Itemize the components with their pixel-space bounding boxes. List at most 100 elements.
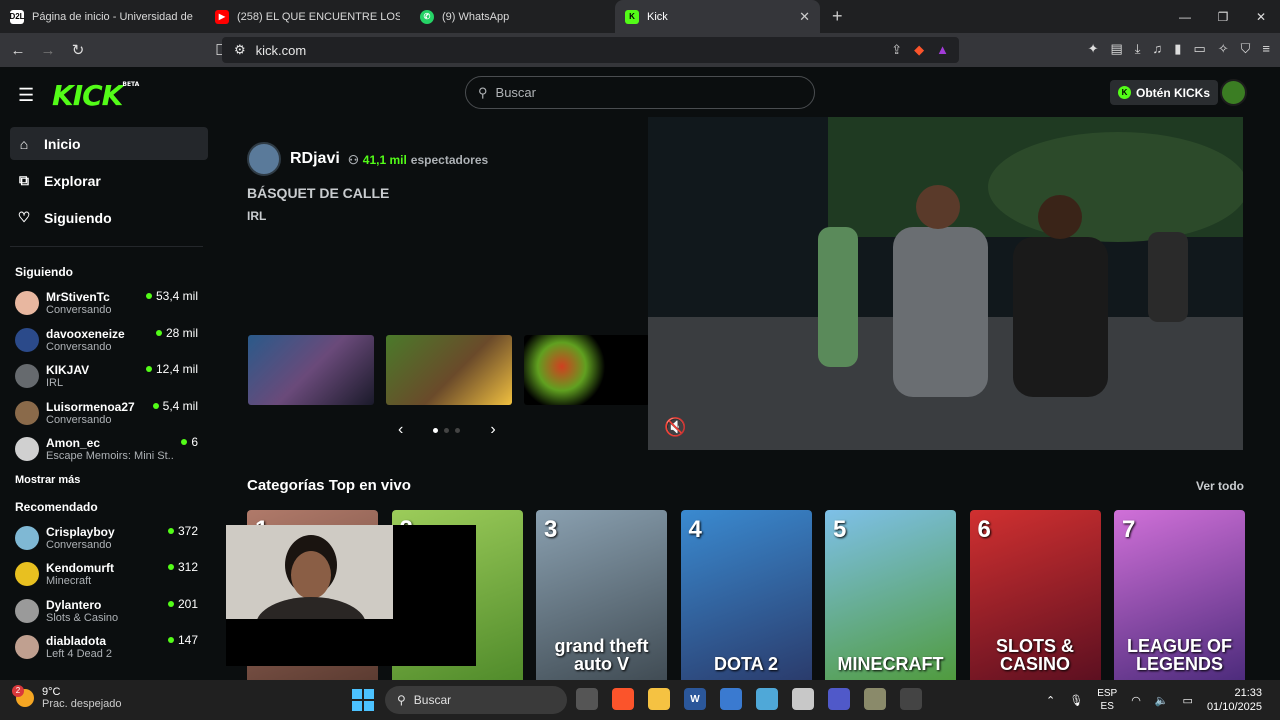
search-input[interactable]: ⚲ Buscar — [465, 76, 815, 109]
close-tab-icon[interactable]: ✕ — [799, 9, 810, 25]
tab-label: Kick — [647, 10, 668, 23]
sidebar-icon[interactable]: ▮ — [1174, 41, 1181, 57]
teams-icon[interactable] — [828, 688, 850, 710]
tab-kick[interactable]: K Kick ✕ — [615, 0, 820, 33]
category-card[interactable]: 6 SLOTS & CASINO — [969, 510, 1101, 680]
menu-icon[interactable]: ≡ — [1262, 41, 1270, 57]
get-kicks-label: Obtén KICKs — [1136, 85, 1211, 100]
channel-row[interactable]: Kendomurft Minecraft 312 — [0, 556, 218, 593]
address-bar[interactable]: ⚙ kick.com ⇪ ◆ ▲ — [222, 37, 959, 63]
share-icon[interactable]: ⇪ — [891, 42, 902, 58]
category-card[interactable]: 7 LEAGUE OF LEGENDS — [1114, 510, 1245, 680]
brave-app-icon[interactable] — [612, 688, 634, 710]
nav-explorar[interactable]: ⧉ Explorar — [10, 164, 208, 197]
carousel-dot[interactable] — [433, 427, 439, 433]
category-name: grand theft auto V — [554, 636, 649, 674]
channel-row[interactable]: MrStivenTc Conversando 53,4 mil — [0, 285, 218, 322]
brave-rewards-icon[interactable]: ▲ — [936, 42, 949, 58]
reader-icon[interactable]: ▤ — [1110, 41, 1122, 57]
viewer-count: 53,4 mil — [155, 289, 198, 303]
channel-avatar — [15, 437, 39, 462]
store-icon[interactable] — [720, 688, 742, 710]
battery-icon[interactable]: ▭ — [1183, 694, 1193, 707]
see-all-link[interactable]: Ver todo — [1196, 479, 1244, 493]
nav-inicio[interactable]: ⌂ Inicio — [10, 127, 208, 160]
task-view-icon[interactable] — [576, 688, 598, 710]
featured-viewers: ⚇ 41,1 mil espectadores — [348, 153, 488, 167]
show-more-link[interactable]: Mostrar más — [15, 474, 203, 486]
featured-streamer-avatar[interactable] — [247, 142, 281, 176]
featured-video-player[interactable] — [648, 117, 1243, 450]
category-card[interactable]: 5 MINECRAFT — [825, 510, 956, 680]
featured-stream-tag[interactable]: IRL — [247, 209, 266, 223]
muted-speaker-icon[interactable]: 🔇 — [664, 417, 686, 438]
volume-icon[interactable]: 🔈 — [1155, 694, 1169, 707]
obs-icon[interactable] — [900, 688, 922, 710]
carousel-next-icon[interactable]: › — [490, 421, 495, 439]
category-card[interactable]: 3 grand theft auto V — [536, 510, 667, 680]
channel-name: Dylantero — [46, 597, 102, 612]
nav-label: Inicio — [44, 135, 81, 152]
close-window-icon[interactable]: ✕ — [1242, 0, 1280, 33]
file-explorer-icon[interactable] — [648, 688, 670, 710]
language-indicator[interactable]: ESP ES — [1097, 687, 1117, 713]
viewer-count: 372 — [177, 523, 198, 538]
channel-row[interactable]: Crisplayboy Conversando 372 — [0, 520, 218, 557]
minimize-icon[interactable]: — — [1166, 0, 1204, 33]
category-name: LEAGUE OF LEGENDS — [1126, 636, 1232, 674]
back-icon[interactable]: ← — [6, 42, 30, 59]
start-button[interactable] — [352, 689, 374, 711]
channel-viewers: 12,4 mil — [145, 362, 198, 376]
chrome-icon[interactable] — [792, 688, 814, 710]
tab-youtube[interactable]: ▶ (258) EL QUE ENCUENTRE LOS TESOR — [205, 0, 410, 33]
wallet-icon[interactable]: ▭ — [1193, 41, 1205, 57]
word-icon[interactable]: W — [684, 688, 706, 710]
brave-shield-icon[interactable]: ◆ — [914, 42, 924, 58]
leo-icon[interactable]: ✧ — [1218, 41, 1229, 57]
carousel-prev-icon[interactable]: ‹ — [398, 421, 403, 439]
nav-label: Siguiendo — [44, 209, 112, 226]
site-settings-icon[interactable]: ⚙ — [234, 42, 246, 58]
download-icon[interactable]: ⤓ — [1135, 41, 1141, 57]
taskbar-search[interactable]: ⚲ Buscar — [385, 686, 567, 714]
channel-row[interactable]: davooxeneize Conversando 28 mil — [0, 322, 218, 359]
tray-overflow-icon[interactable]: ⌃ — [1046, 694, 1055, 707]
kick-logo[interactable]: KICKBETA — [52, 79, 139, 112]
microphone-icon[interactable]: 🎙 — [1069, 694, 1083, 707]
tab-universidad[interactable]: D2L Página de inicio - Universidad de La… — [0, 0, 205, 33]
notepad-icon[interactable] — [756, 688, 778, 710]
menu-hamburger-icon[interactable]: ☰ — [18, 85, 34, 106]
heart-icon: ♡ — [17, 209, 31, 225]
carousel-thumbnail[interactable] — [524, 335, 650, 405]
carousel-dot[interactable] — [444, 427, 450, 433]
channel-category: Left 4 Dead 2 — [46, 648, 113, 661]
clock[interactable]: 21:33 01/10/2025 — [1207, 686, 1262, 714]
new-tab-icon[interactable]: + — [820, 6, 855, 27]
wifi-icon[interactable]: ◠ — [1131, 694, 1141, 707]
carousel-thumbnail[interactable] — [248, 335, 374, 405]
channel-row[interactable]: Amon_ec Escape Memoirs: Mini St... 6 — [0, 431, 218, 468]
channel-row[interactable]: Luisormenoa27 Conversando 5,4 mil — [0, 395, 218, 432]
app-icon[interactable] — [864, 688, 886, 710]
get-kicks-button[interactable]: K Obtén KICKs — [1110, 80, 1219, 105]
weather-desc: Prac. despejado — [42, 698, 122, 710]
music-icon[interactable]: ♫ — [1153, 41, 1163, 57]
carousel-dot[interactable] — [455, 427, 461, 433]
tab-whatsapp[interactable]: ✆ (9) WhatsApp — [410, 0, 615, 33]
carousel-thumbnail[interactable] — [386, 335, 512, 405]
maximize-icon[interactable]: ❐ — [1204, 0, 1242, 33]
lang-secondary: ES — [1100, 701, 1114, 712]
channel-row[interactable]: diabladota Left 4 Dead 2 147 — [0, 629, 218, 666]
vpn-icon[interactable]: ⛉ — [1241, 41, 1251, 57]
recommended-title: Recomendado — [15, 499, 98, 514]
featured-streamer-name[interactable]: RDjavi — [290, 150, 340, 168]
weather-widget[interactable]: 2 9°C Prac. despejado — [12, 685, 122, 710]
extensions-icon[interactable]: ✦ — [1088, 41, 1099, 57]
profile-avatar[interactable] — [1220, 79, 1247, 106]
reload-icon[interactable]: ↻ — [66, 41, 90, 59]
channel-row[interactable]: Dylantero Slots & Casino 201 — [0, 593, 218, 630]
category-card[interactable]: 4 DOTA 2 — [680, 510, 812, 680]
forward-icon[interactable]: → — [36, 42, 60, 59]
nav-siguiendo[interactable]: ♡ Siguiendo — [10, 201, 208, 234]
channel-row[interactable]: KIKJAV IRL 12,4 mil — [0, 358, 218, 395]
